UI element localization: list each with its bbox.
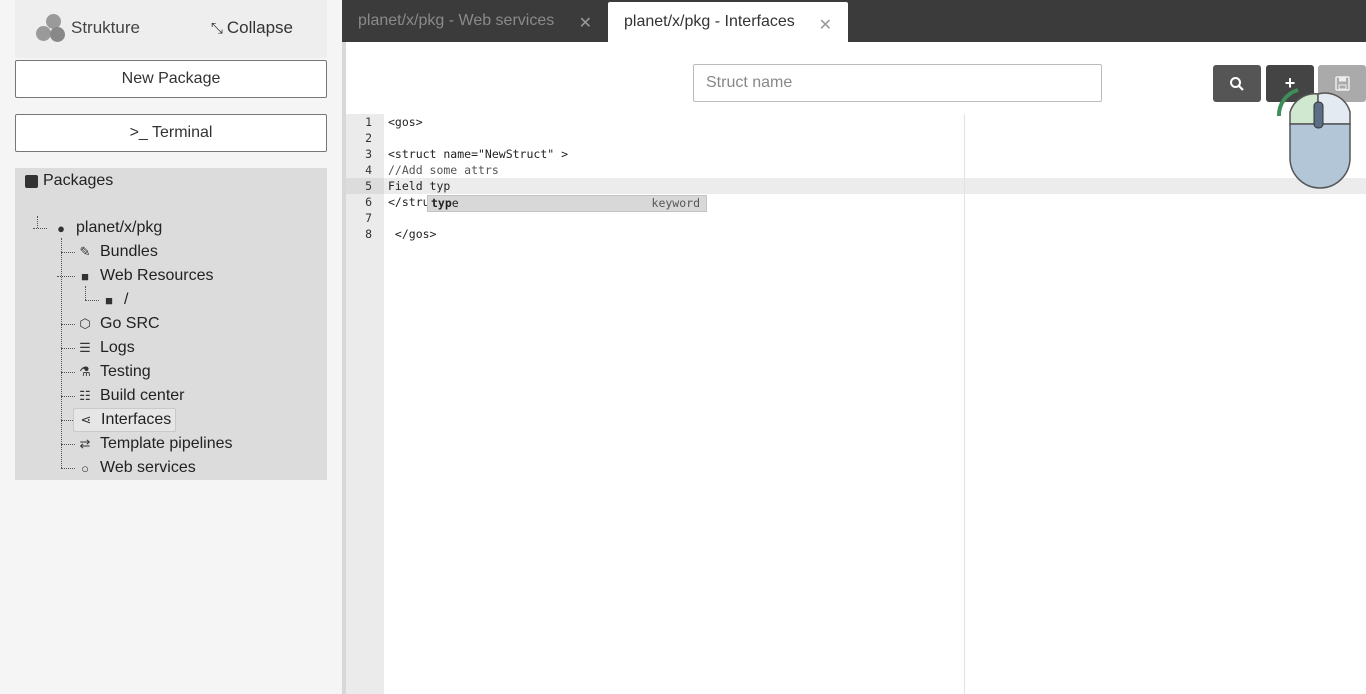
search-icon [1230, 76, 1244, 91]
struct-name-input[interactable] [693, 64, 1102, 102]
tree-item-label: Build center [100, 387, 185, 404]
tree-root-package[interactable]: ● planet/x/pkg [49, 217, 166, 239]
search-button[interactable] [1213, 65, 1261, 102]
new-package-button[interactable]: New Package [15, 60, 327, 98]
sidebar-header: Strukture ⤡ Collapse [15, 0, 327, 58]
list-icon: ☰ [79, 340, 91, 355]
tab-interfaces[interactable]: planet/x/pkg - Interfaces ✕ [608, 2, 848, 42]
print-margin [964, 114, 965, 694]
code-line: //Add some attrs [388, 163, 499, 177]
line-number: 3 [365, 147, 372, 161]
tree-line [61, 420, 73, 421]
cube-icon: ⬡ [79, 316, 91, 331]
tab-bar: planet/x/pkg - Web services ✕ planet/x/p… [342, 0, 1366, 42]
close-icon[interactable]: ✕ [579, 13, 592, 33]
code-line: </gos> [388, 227, 437, 241]
edit-icon: ✎ [79, 244, 91, 259]
code-line: </stru [388, 195, 430, 209]
tree-item-web-services[interactable]: ○ Web services [73, 457, 200, 479]
tree-item-web-resources[interactable]: ■ Web Resources [73, 265, 218, 287]
tree-item-interfaces[interactable]: ⋖ Interfaces [73, 408, 177, 432]
tree-item-build-center[interactable]: ☷ Build center [73, 385, 189, 407]
circle-icon: ○ [81, 460, 89, 476]
tree-line [37, 216, 38, 228]
tab-label: planet/x/pkg - Interfaces [624, 13, 795, 30]
tree-item-label: Logs [100, 339, 135, 356]
tree-line [33, 228, 47, 229]
packages-panel: Packages ● planet/x/pkg ✎ Bundles ■ Web … [15, 168, 327, 480]
line-number: 1 [365, 115, 372, 129]
tree-item-root-folder[interactable]: ■ / [97, 289, 132, 311]
tree-item-label: Bundles [100, 243, 158, 260]
line-number: 8 [365, 227, 372, 241]
line-number: 2 [365, 131, 372, 145]
tree-line [61, 238, 62, 468]
compress-icon: ⤡ [210, 19, 223, 37]
line-number: 7 [365, 211, 372, 225]
code-line: <struct name="NewStruct" > [388, 147, 569, 161]
tree-item-label: Web services [100, 459, 196, 476]
tab-web-services[interactable]: planet/x/pkg - Web services ✕ [342, 0, 608, 42]
brand[interactable]: Strukture [33, 12, 140, 44]
editor-gutter: 1 2 3 4 5 6 7 8 [346, 114, 384, 694]
brand-label: Strukture [71, 18, 140, 37]
autocomplete-suggestion[interactable]: type [431, 196, 459, 211]
exchange-icon: ⇄ [79, 436, 91, 451]
share-icon: ⋖ [80, 412, 92, 427]
globe-icon: ● [57, 220, 65, 236]
autocomplete-meta: keyword [651, 196, 700, 210]
terminal-button[interactable]: >_ Terminal [15, 114, 327, 152]
packages-header: Packages [25, 172, 113, 190]
tree-item-bundles[interactable]: ✎ Bundles [73, 241, 162, 263]
tab-label: planet/x/pkg - Web services [358, 12, 555, 29]
tree-item-label: Template pipelines [100, 435, 233, 452]
tree-item-testing[interactable]: ⚗ Testing [73, 361, 155, 383]
tree-item-logs[interactable]: ☰ Logs [73, 337, 139, 359]
tree-item-go-src[interactable]: ⬡ Go SRC [73, 313, 164, 335]
tree-item-label: Go SRC [100, 315, 160, 332]
code-line: Field typ [388, 179, 451, 193]
server-icon: ☷ [79, 388, 91, 403]
code-line: <gos> [388, 115, 423, 129]
autocomplete-rest: e [451, 196, 459, 210]
square-icon [25, 174, 38, 188]
tree-item-label: Web Resources [100, 267, 214, 284]
folder-icon: ■ [81, 268, 89, 284]
mouse-click-icon [1277, 88, 1351, 189]
line-number: 6 [365, 195, 372, 209]
tree-item-label: / [124, 291, 129, 308]
sidebar: Strukture ⤡ Collapse New Package >_ Term… [0, 0, 342, 694]
tree-item-template-pipelines[interactable]: ⇄ Template pipelines [73, 433, 237, 455]
autocomplete-match: typ [431, 196, 452, 210]
folder-icon: ■ [105, 292, 113, 308]
tree-item-label: Interfaces [101, 411, 172, 428]
collapse-label: Collapse [226, 18, 293, 37]
line-number-active: 5 [346, 178, 384, 194]
close-icon[interactable]: ✕ [819, 15, 832, 35]
line-number: 4 [365, 163, 372, 177]
collapse-button[interactable]: ⤡ Collapse [211, 18, 293, 38]
tree-item-label: Testing [100, 363, 151, 380]
tree-line [85, 286, 86, 300]
active-line-highlight [384, 178, 1366, 194]
flask-icon: ⚗ [79, 364, 91, 379]
packages-header-label: Packages [43, 172, 114, 189]
autocomplete-popup[interactable]: type keyword [427, 195, 707, 212]
strukture-logo-icon [33, 12, 67, 44]
tree-root-label: planet/x/pkg [76, 219, 163, 236]
